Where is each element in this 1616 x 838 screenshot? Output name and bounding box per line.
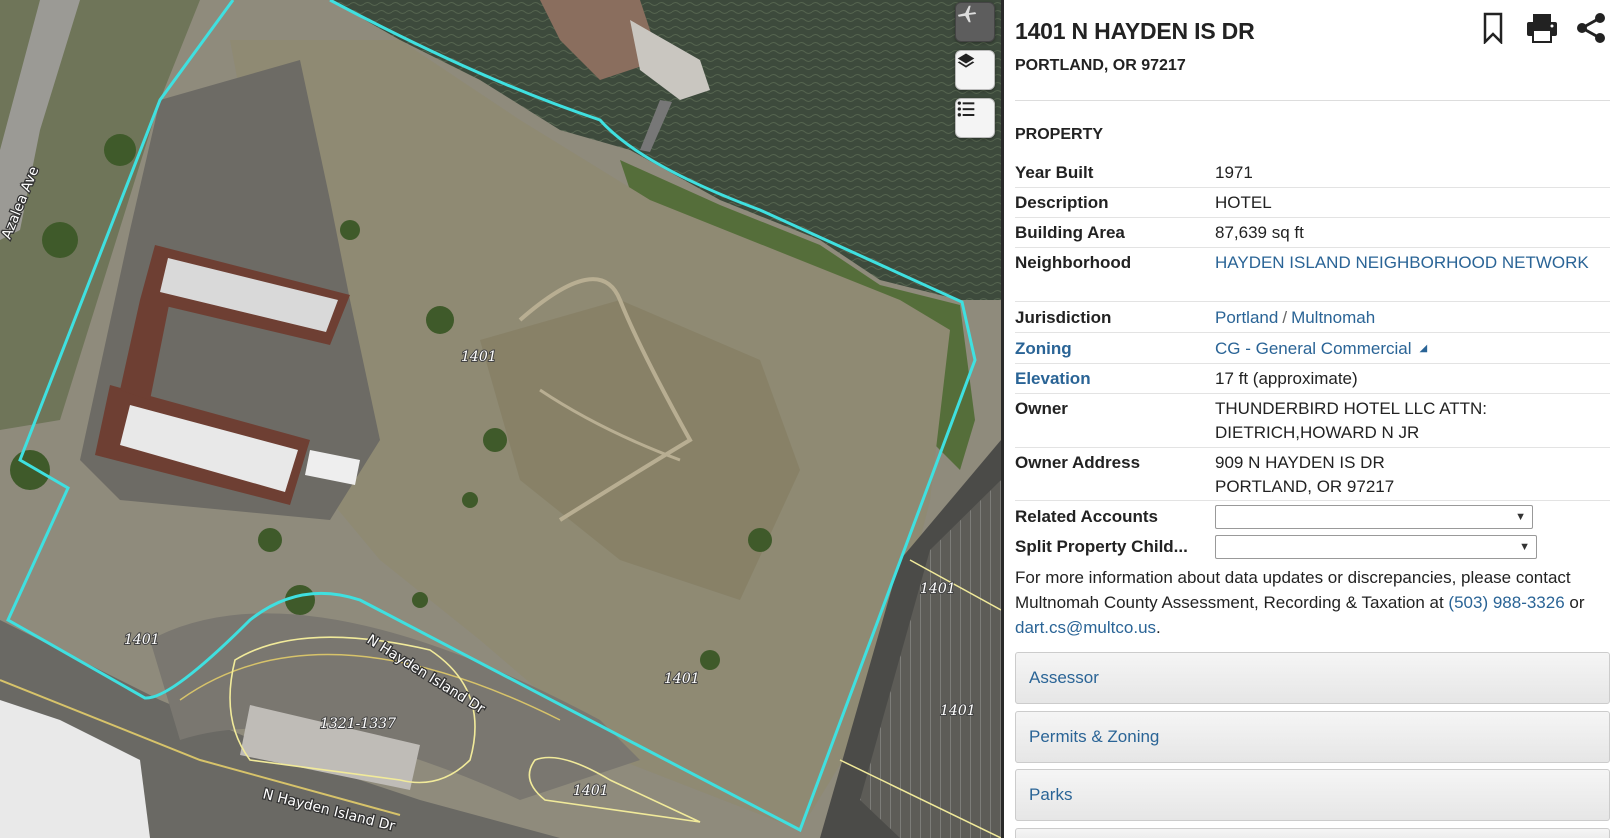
row-split-property: Split Property Child... ▼ [1015, 532, 1610, 562]
row-elevation: Elevation 17 ft (approximate) [1015, 364, 1610, 394]
owner-line-1: THUNDERBIRD HOTEL LLC ATTN: [1215, 399, 1488, 418]
bookmark-icon[interactable] [1482, 12, 1504, 44]
row-building-area: Building Area 87,639 sq ft [1015, 218, 1610, 248]
accordion-next[interactable] [1015, 828, 1610, 838]
parcel-label: 1401 [920, 581, 956, 597]
owner-address-line-1: 909 N HAYDEN IS DR [1215, 453, 1385, 472]
jurisdiction-value: Portland / Multnomah [1215, 305, 1375, 330]
parcel-label: 1401 [461, 349, 497, 365]
related-accounts-select[interactable]: ▼ [1215, 505, 1533, 529]
owner-address-line-2: PORTLAND, OR 97217 [1215, 477, 1395, 496]
field-label: Owner Address [1015, 453, 1141, 472]
row-related-accounts: Related Accounts ▼ [1015, 501, 1610, 532]
email-link[interactable]: dart.cs@multco.us [1015, 618, 1156, 637]
jurisdiction-county-link[interactable]: Multnomah [1291, 308, 1375, 327]
accordion-assessor[interactable]: Assessor [1015, 652, 1610, 704]
dropdown-arrow-icon: ▼ [1515, 511, 1526, 523]
field-label: Jurisdiction [1015, 308, 1112, 327]
row-neighborhood: Neighborhood HAYDEN ISLAND NEIGHBORHOOD … [1015, 248, 1610, 302]
accordion-permits-zoning[interactable]: Permits & Zoning [1015, 711, 1610, 763]
row-zoning: Zoning CG - General Commercial ◢ [1015, 333, 1610, 364]
field-label: Year Built [1015, 163, 1094, 182]
jurisdiction-city-link[interactable]: Portland [1215, 308, 1278, 327]
parcel-label: 1401 [940, 703, 976, 719]
info-period: . [1156, 618, 1161, 637]
building-area-value: 87,639 sq ft [1215, 223, 1304, 242]
dropdown-arrow-icon: ▼ [1519, 541, 1530, 553]
measure-tool-button[interactable] [955, 2, 995, 42]
building-label: 1321-1337 [320, 716, 396, 732]
divider-line [1015, 100, 1610, 101]
row-owner-address: Owner Address 909 N HAYDEN IS DR PORTLAN… [1015, 448, 1610, 501]
year-built-value: 1971 [1215, 163, 1253, 182]
zoning-value[interactable]: CG - General Commercial ◢ [1215, 336, 1427, 361]
field-label: Related Accounts [1015, 507, 1158, 526]
row-description: Description HOTEL [1015, 188, 1610, 218]
field-label: Owner [1015, 399, 1068, 418]
map-view[interactable]: 1401 1401 1401 1401 1401 1401 1321-1337 … [0, 0, 1001, 838]
field-label: Description [1015, 193, 1109, 212]
info-or: or [1569, 593, 1585, 612]
zoning-link[interactable]: CG - General Commercial [1215, 339, 1412, 358]
info-paragraph: For more information about data updates … [1015, 565, 1610, 640]
row-year-built: Year Built 1971 [1015, 158, 1610, 188]
neighborhood-link[interactable]: HAYDEN ISLAND NEIGHBORHOOD NETWORK [1215, 250, 1589, 275]
caret-icon[interactable]: ◢ [1420, 343, 1428, 354]
aerial-imagery: 1401 1401 1401 1401 1401 1401 1321-1337 … [0, 0, 1001, 838]
accordion-parks[interactable]: Parks [1015, 769, 1610, 821]
parcel-label: 1401 [573, 783, 609, 799]
layers-button[interactable] [955, 50, 995, 90]
legend-button[interactable] [955, 98, 995, 138]
zoning-help-link[interactable]: Zoning [1015, 339, 1072, 359]
section-title: PROPERTY [1015, 126, 1104, 143]
owner-line-2: DIETRICH,HOWARD N JR [1215, 423, 1420, 442]
property-panel: 1401 N HAYDEN IS DR PORTLAND, OR 97217 P… [1004, 0, 1616, 838]
airplane-icon [957, 5, 977, 23]
field-label: Neighborhood [1015, 253, 1132, 272]
list-icon [957, 101, 975, 117]
phone-link[interactable]: (503) 988-3326 [1448, 593, 1564, 612]
parcel-label: 1401 [664, 671, 700, 687]
elevation-help-link[interactable]: Elevation [1015, 369, 1091, 389]
separator: / [1282, 308, 1288, 327]
field-label: Split Property Child... [1015, 537, 1188, 556]
description-value: HOTEL [1215, 193, 1272, 212]
field-label: Building Area [1015, 223, 1125, 242]
row-owner: Owner THUNDERBIRD HOTEL LLC ATTN: DIETRI… [1015, 394, 1610, 448]
row-jurisdiction: Jurisdiction Portland / Multnomah [1015, 302, 1610, 333]
property-address: 1401 N HAYDEN IS DR [1015, 18, 1255, 44]
parcel-label: 1401 [124, 632, 160, 648]
elevation-value: 17 ft (approximate) [1215, 369, 1358, 388]
layers-icon [957, 53, 975, 68]
split-property-select[interactable]: ▼ [1215, 535, 1537, 559]
print-icon[interactable] [1525, 12, 1559, 44]
share-icon[interactable] [1574, 12, 1608, 44]
property-city: PORTLAND, OR 97217 [1015, 57, 1186, 74]
